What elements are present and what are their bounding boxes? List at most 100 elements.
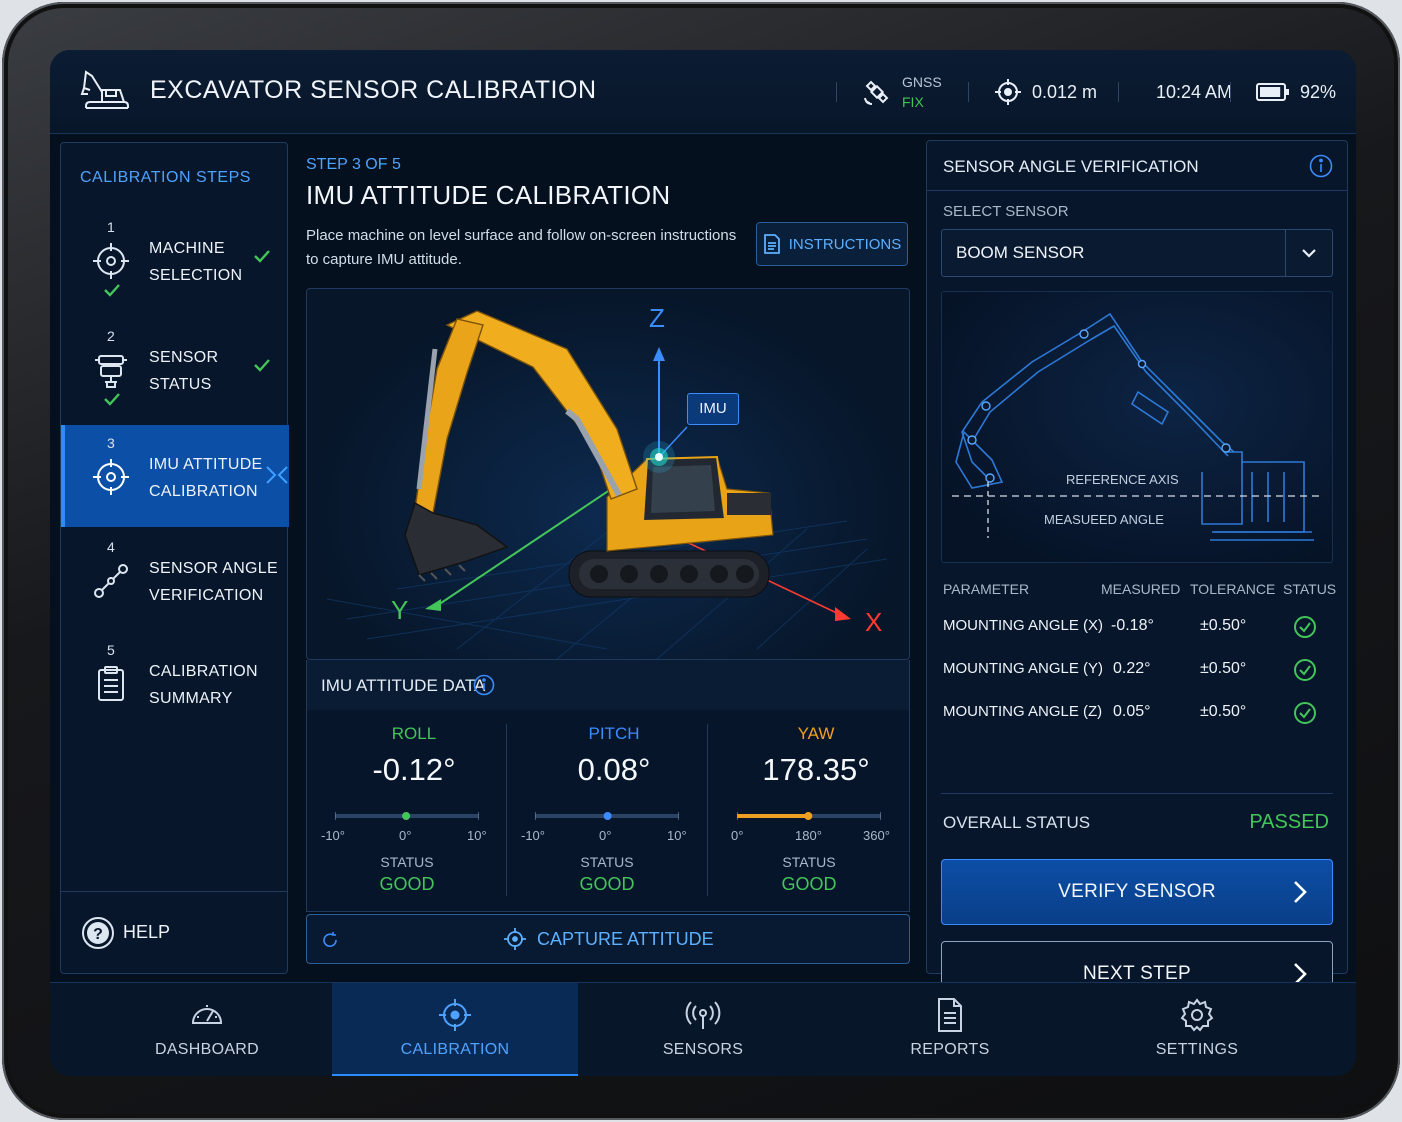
step-description: Place machine on level surface and follo… [306,224,746,272]
step-number: 2 [107,328,115,344]
step-number: 4 [107,539,115,555]
nav-dashboard[interactable]: DASHBOARD [84,983,330,1076]
reading-value: 0.08° [577,752,651,787]
reading-name: PITCH [588,724,640,743]
document-icon [938,998,962,1032]
crosshair-icon [995,79,1021,105]
nav-label: SETTINGS [1155,1041,1239,1058]
divider [1285,230,1286,276]
refresh-icon [323,932,337,947]
crosshair-icon [93,459,129,495]
check-circle-icon [1294,659,1316,681]
tick-label: -10° [321,828,345,843]
sensor-select[interactable]: BOOM SENSOR [941,229,1333,277]
nav-calibration[interactable]: CALIBRATION [332,983,578,1076]
check-icon [254,250,270,263]
nav-label: DASHBOARD [154,1041,260,1058]
step-machine-selection[interactable]: 1 MACHINE SELECTION [61,209,289,311]
step-label: CALIBRATION [149,483,258,500]
status-value: GOOD [579,874,635,894]
step-imu-attitude-calibration[interactable]: 3 IMU ATTITUDE CALIBRATION [61,425,289,527]
tick-label: 360° [863,828,890,843]
step-number: 3 [107,435,115,451]
battery-status: 92% [1256,50,1336,134]
tick-label: 0° [599,828,612,843]
desc-line: Place machine on level surface and follo… [306,227,737,244]
tick-label: 0° [731,828,744,843]
tolerance-cell: ±0.50° [1200,660,1247,677]
reading-name: ROLL [391,724,437,743]
tick-label: 10° [467,828,487,843]
chevron-right-icon [266,466,288,484]
step-progress: STEP 3 OF 5 [306,156,401,173]
battery-icon [1256,83,1289,101]
document-icon [763,234,780,254]
divider [707,724,708,896]
accuracy-value: 0.012 m [1032,81,1098,102]
gnss-status: GNSS FIX [862,50,942,134]
check-icon [254,359,270,372]
table-row: MOUNTING ANGLE (Z) 0.05° ±0.50° [943,693,1333,735]
table-header: TOLERANCE [1190,581,1276,597]
tolerance-cell: ±0.50° [1200,617,1247,634]
status-value: GOOD [781,874,837,894]
reference-axis-label: REFERENCE AXIS [1066,472,1179,487]
page-title: IMU ATTITUDE CALIBRATION [306,180,671,210]
step-number: 1 [107,219,115,235]
main-content: STEP 3 OF 5 IMU ATTITUDE CALIBRATION Pla… [306,142,910,974]
divider [1118,82,1119,102]
nav-settings[interactable]: SETTINGS [1074,983,1320,1076]
battery-value: 92% [1300,81,1337,102]
measured-cell: -0.18° [1111,617,1154,634]
step-sensor-status[interactable]: 2 SENSOR STATUS [61,318,289,420]
step-label: SENSOR [149,349,219,366]
nav-label: CALIBRATION [400,1041,510,1058]
panel-title: SENSOR ANGLE VERIFICATION [943,157,1199,176]
measured-angle-label: MEASUEED ANGLE [1044,512,1164,527]
antenna-icon [685,1001,721,1029]
pitch-reading: PITCH 0.08° -10° 0° 10° STATUS GOOD [521,724,707,894]
yaw-gauge [737,812,881,820]
imu-data-title: IMU ATTITUDE DATA [321,676,486,695]
measured-cell: 0.05° [1113,703,1151,720]
help-button[interactable]: ? HELP [61,891,287,973]
info-icon[interactable] [1309,154,1333,178]
excavator-3d-viewer[interactable]: IMU Z Y X [306,288,910,660]
axis-x-label: X [865,607,883,637]
table-header: PARAMETER [943,581,1030,597]
panel-header: SENSOR ANGLE VERIFICATION [927,141,1347,191]
calibration-steps-panel: CALIBRATION STEPS 1 MACHINE SELECTION 2 S… [60,142,289,974]
yaw-reading: YAW 178.35° 0° 180° 360° STATUS GOOD [723,724,909,894]
tick-label: -10° [521,828,545,843]
instructions-label: INSTRUCTIONS [788,235,902,253]
chevron-right-icon [1294,881,1307,903]
step-sensor-angle-verification[interactable]: 4 SENSOR ANGLE VERIFICATION [61,529,289,631]
crosshair-icon [439,999,471,1031]
measured-cell: 0.22° [1113,660,1151,677]
status-value: GOOD [379,874,435,894]
nav-label: SENSORS [662,1041,744,1058]
clock: 10:24 AM [1156,50,1232,134]
step-calibration-summary[interactable]: 5 CALIBRATION SUMMARY [61,632,289,734]
sensor-angle-verification-panel: SENSOR ANGLE VERIFICATION SELECT SENSOR … [926,140,1348,1007]
capture-label-wrap: CAPTURE ATTITUDE [503,915,714,963]
imu-attitude-data: IMU ATTITUDE DATA ROLL -0.12° -10° 0° 10… [306,660,910,912]
status-label: STATUS [782,854,836,870]
verify-sensor-button[interactable]: VERIFY SENSOR [941,859,1333,925]
divider [1230,82,1231,102]
bottom-navigation: DASHBOARD CALIBRATION SENSORS REPORTS SE… [50,982,1356,1076]
instructions-button[interactable]: INSTRUCTIONS [756,222,908,266]
divider [941,793,1333,794]
capture-attitude-button[interactable]: CAPTURE ATTITUDE [306,914,910,964]
nav-reports[interactable]: REPORTS [827,983,1073,1076]
clipboard-icon [98,666,124,701]
axis-y-label: Y [391,595,409,625]
desc-line: to capture IMU attitude. [306,251,462,268]
reading-value: -0.12° [372,752,456,787]
step-label: CALIBRATION [149,663,258,680]
help-label: HELP [123,922,171,942]
roll-gauge [335,812,479,820]
axis-z-label: Z [649,303,665,333]
info-icon[interactable] [473,674,495,696]
nav-sensors[interactable]: SENSORS [580,983,826,1076]
